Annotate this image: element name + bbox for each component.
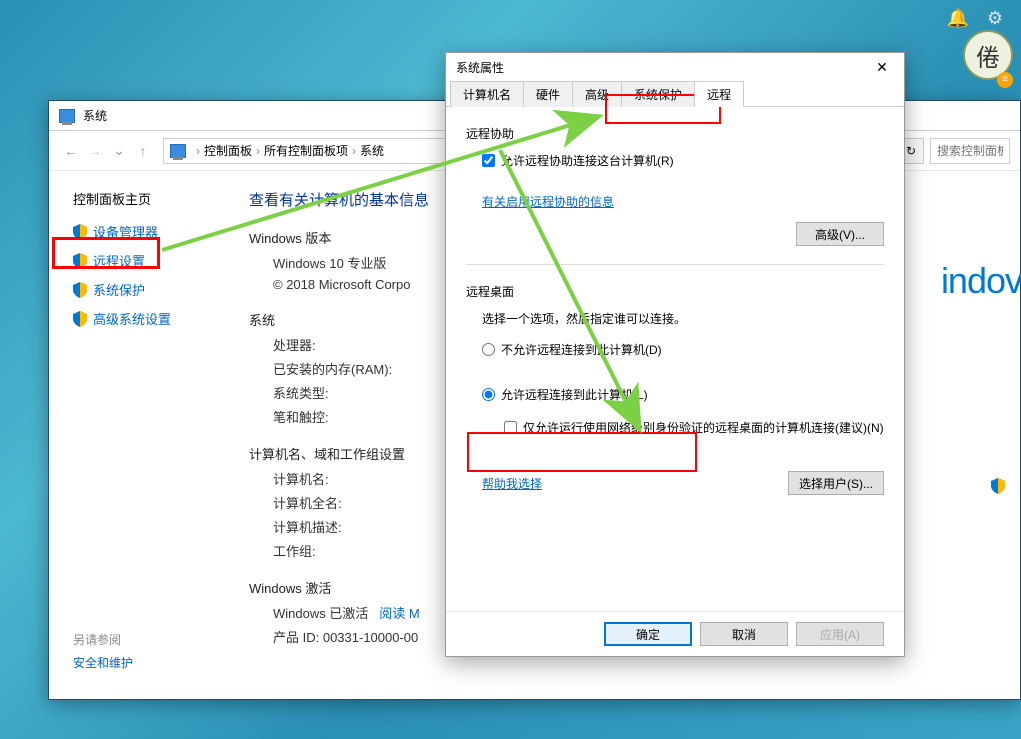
breadcrumb-seg[interactable]: 系统 bbox=[360, 142, 384, 159]
tab-panel-remote: 远程协助 允许远程协助连接这台计算机(R) 有关启用远程协助的信息 高级(V).… bbox=[446, 107, 904, 611]
shield-icon bbox=[991, 478, 1005, 494]
read-terms-link[interactable]: 阅读 M bbox=[379, 606, 419, 621]
back-button[interactable]: ← bbox=[59, 139, 83, 163]
see-also-heading: 另请参阅 bbox=[73, 631, 133, 648]
rd-deny-radio[interactable]: 不允许远程连接到此计算机(D) bbox=[482, 341, 884, 358]
apply-button[interactable]: 应用(A) bbox=[796, 622, 884, 646]
radio-label: 允许远程连接到此计算机(L) bbox=[501, 386, 648, 403]
highlight-allow-radio bbox=[467, 432, 697, 472]
help-me-choose-link[interactable]: 帮助我选择 bbox=[482, 475, 542, 492]
up-button[interactable]: ↑ bbox=[131, 139, 155, 163]
dialog-title-bar: 系统属性 ✕ bbox=[446, 53, 904, 81]
close-button[interactable]: ✕ bbox=[870, 57, 894, 77]
windows-brand-text: indov bbox=[941, 260, 1021, 302]
path-icon bbox=[170, 144, 186, 158]
tray-icons: 🔔 ⚙ bbox=[946, 8, 1003, 29]
chevron-down-icon[interactable]: ⌄ bbox=[107, 139, 131, 163]
gear-icon[interactable]: ⚙ bbox=[987, 8, 1003, 29]
activation-status: Windows 已激活 bbox=[273, 606, 368, 621]
allow-remote-assistance-checkbox[interactable]: 允许远程协助连接这台计算机(R) bbox=[482, 152, 884, 169]
window-icon bbox=[59, 109, 75, 123]
group-remote-desktop: 远程桌面 bbox=[466, 283, 884, 300]
breadcrumb-seg[interactable]: 控制面板 bbox=[204, 142, 252, 159]
rd-allow-radio[interactable]: 允许远程连接到此计算机(L) bbox=[482, 386, 884, 403]
checkbox-label: 允许远程协助连接这台计算机(R) bbox=[501, 152, 674, 169]
radio-input[interactable] bbox=[482, 343, 495, 356]
ok-button[interactable]: 确定 bbox=[604, 622, 692, 646]
sidebar-item-label: 系统保护 bbox=[93, 280, 145, 299]
tab-computer-name[interactable]: 计算机名 bbox=[450, 81, 524, 107]
highlight-remote-settings bbox=[52, 237, 160, 269]
bell-icon[interactable]: 🔔 bbox=[946, 8, 968, 29]
radio-input[interactable] bbox=[482, 388, 495, 401]
checkbox-input[interactable] bbox=[482, 154, 495, 167]
breadcrumb-seg[interactable]: 所有控制面板项 bbox=[264, 142, 348, 159]
select-users-button[interactable]: 选择用户(S)... bbox=[788, 471, 884, 495]
see-also-link[interactable]: 安全和维护 bbox=[73, 654, 133, 671]
rd-description: 选择一个选项，然后指定谁可以连接。 bbox=[482, 310, 884, 327]
group-remote-assistance: 远程协助 bbox=[466, 125, 884, 142]
shield-icon bbox=[73, 282, 87, 298]
sidebar-item-advanced-settings[interactable]: 高级系统设置 bbox=[73, 309, 249, 328]
avatar-badge: ≡ bbox=[997, 72, 1013, 88]
radio-label: 不允许远程连接到此计算机(D) bbox=[501, 341, 662, 358]
system-properties-dialog: 系统属性 ✕ 计算机名 硬件 高级 系统保护 远程 远程协助 允许远程协助连接这… bbox=[445, 52, 905, 657]
sidebar-item-system-protection[interactable]: 系统保护 bbox=[73, 280, 249, 299]
dialog-buttons: 确定 取消 应用(A) bbox=[446, 611, 904, 656]
window-title: 系统 bbox=[83, 107, 107, 124]
sidebar-heading[interactable]: 控制面板主页 bbox=[73, 189, 249, 208]
shield-icon bbox=[73, 311, 87, 327]
see-also: 另请参阅 安全和维护 bbox=[73, 631, 133, 671]
forward-button[interactable]: → bbox=[83, 139, 107, 163]
remote-assistance-info-link[interactable]: 有关启用远程协助的信息 bbox=[482, 195, 614, 209]
advanced-button[interactable]: 高级(V)... bbox=[796, 222, 884, 246]
sidebar-item-label: 高级系统设置 bbox=[93, 309, 171, 328]
dialog-title: 系统属性 bbox=[456, 59, 504, 76]
tab-remote[interactable]: 远程 bbox=[694, 81, 744, 107]
cancel-button[interactable]: 取消 bbox=[700, 622, 788, 646]
search-input[interactable] bbox=[930, 138, 1010, 164]
tab-hardware[interactable]: 硬件 bbox=[523, 81, 573, 107]
